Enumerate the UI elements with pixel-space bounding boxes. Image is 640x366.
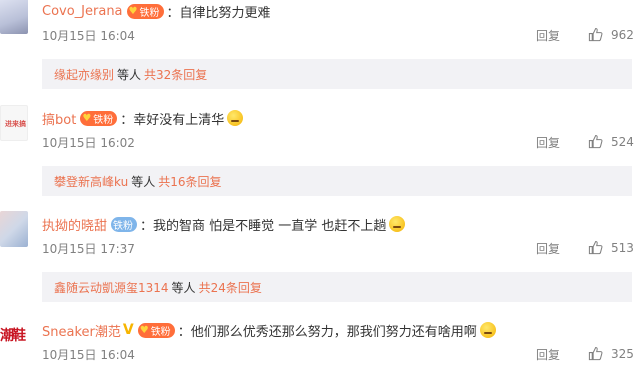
like-button[interactable]: 962	[588, 27, 634, 42]
comment-text: ：幸好没有上清华	[120, 112, 225, 128]
reply-etc: 等人	[117, 67, 142, 82]
heart-icon: ♥	[128, 5, 138, 17]
like-count: 325	[611, 346, 634, 361]
avatar[interactable]: 潮鞋	[0, 317, 28, 353]
reply-users[interactable]: 缘起亦缘别	[54, 66, 114, 83]
thumbs-up-icon	[588, 240, 603, 255]
emoji-icon	[479, 322, 496, 338]
reply-count-link[interactable]: 共24条回复	[199, 279, 262, 296]
comment-time: 10月15日 16:04	[42, 29, 135, 43]
reply-count-link[interactable]: 共32条回复	[144, 66, 207, 83]
username[interactable]: Sneaker潮范	[42, 321, 121, 340]
comment-time: 10月15日 17:37	[42, 242, 135, 256]
reply-button[interactable]: 回复	[536, 346, 560, 363]
like-button[interactable]: 325	[588, 346, 634, 361]
thumbs-up-icon	[588, 27, 603, 42]
avatar[interactable]	[0, 211, 28, 247]
username[interactable]: 搞bot	[42, 109, 76, 128]
like-button[interactable]: 513	[588, 240, 634, 255]
comment-text: ：我的智商 怕是不睡觉 一直学 也赶不上趟	[140, 218, 387, 234]
reply-count-link[interactable]: 共16条回复	[158, 173, 221, 190]
heart-icon: ♥	[82, 112, 92, 124]
reply-etc: 等人	[171, 280, 196, 295]
like-count: 524	[611, 134, 634, 149]
reply-users[interactable]: 鑫随云动凱源玺1314	[54, 279, 169, 296]
comment-text: ：自律比努力更难	[166, 5, 271, 21]
fan-badge: ♥ 铁粉	[137, 322, 175, 338]
reply-button[interactable]: 回复	[536, 240, 560, 257]
comment-time: 10月15日 16:02	[42, 136, 135, 150]
emoji-icon	[227, 110, 244, 126]
fan-badge: ♥ 铁粉	[126, 3, 164, 19]
reply-summary[interactable]: 缘起亦缘别 等人 共32条回复	[42, 59, 632, 89]
like-count: 513	[611, 240, 634, 255]
avatar[interactable]	[0, 0, 28, 34]
reply-users[interactable]: 攀登新高峰ku	[54, 173, 128, 190]
thumbs-up-icon	[588, 134, 603, 149]
comment-time: 10月15日 16:04	[42, 348, 135, 362]
username[interactable]: Covo_Jerana	[42, 4, 123, 19]
reply-button[interactable]: 回复	[536, 134, 560, 151]
comment-text: ：他们那么优秀还那么努力，那我们努力还有啥用啊	[177, 324, 477, 340]
reply-summary[interactable]: 鑫随云动凱源玺1314 等人 共24条回复	[42, 272, 632, 302]
fan-badge: ♥ 铁粉	[80, 110, 118, 126]
verified-v-icon: V	[122, 322, 134, 338]
reply-summary[interactable]: 攀登新高峰ku 等人 共16条回复	[42, 166, 632, 196]
username[interactable]: 执拗的晓甜	[42, 215, 107, 234]
reply-button[interactable]: 回复	[536, 27, 560, 44]
emoji-icon	[389, 216, 406, 232]
like-count: 962	[611, 27, 634, 42]
avatar[interactable]: 进来搞	[0, 105, 28, 141]
fan-badge: 铁粉	[111, 216, 138, 232]
reply-etc: 等人	[131, 174, 156, 189]
thumbs-up-icon	[588, 346, 603, 361]
heart-icon: ♥	[139, 324, 149, 336]
like-button[interactable]: 524	[588, 134, 634, 149]
